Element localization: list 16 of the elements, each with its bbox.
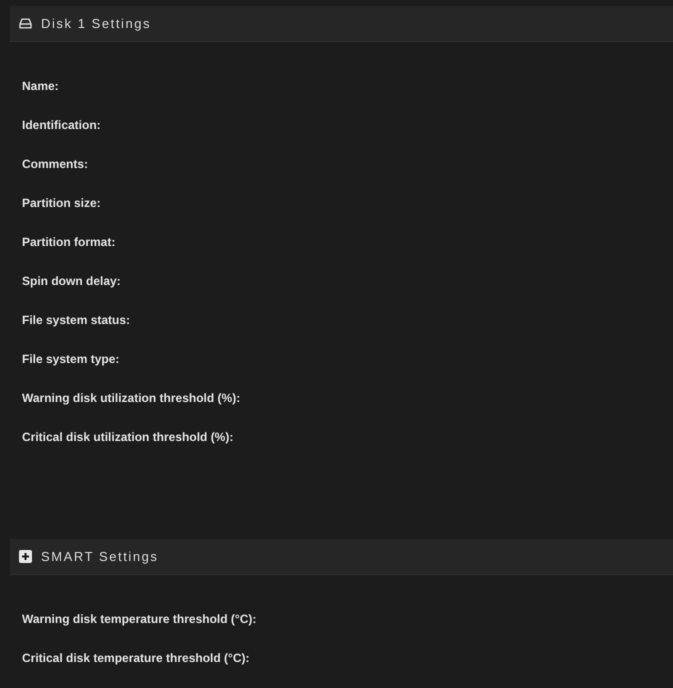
field-label: Comments: [22,156,88,172]
field-label: File system status: [22,312,130,328]
field-label: Critical disk temperature threshold (°C): [22,650,250,666]
field-label: Spin down delay: [22,272,121,290]
field-label: Identification: [22,116,101,134]
field-label: Name: [22,78,59,94]
field-label: Critical disk utilization threshold (%): [22,428,234,446]
section-title: SMART Settings [41,548,158,566]
field-label: Partition format: [22,234,116,250]
field-label: Warning disk temperature threshold (°C): [22,610,256,628]
field-label: Partition size: [22,194,101,212]
plus-square-icon[interactable] [19,550,32,563]
field-label: File system type: [22,350,120,368]
hard-drive-icon [19,18,32,29]
field-label: Warning disk utilization threshold (%): [22,390,240,406]
section-title: Disk 1 Settings [41,14,152,33]
